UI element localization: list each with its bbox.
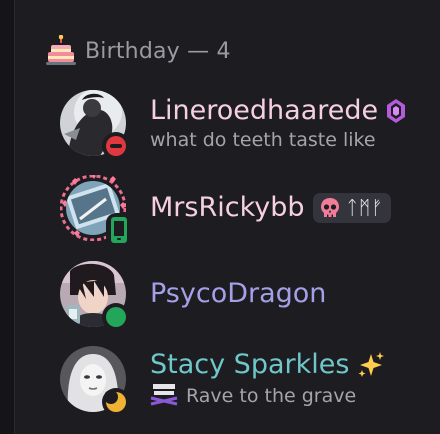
avatar xyxy=(60,346,130,416)
avatar xyxy=(60,261,130,331)
pink-skull-icon xyxy=(320,198,339,217)
sparkles-icon xyxy=(358,352,385,377)
status-online-icon xyxy=(102,303,130,331)
name-row: PsycoDragon xyxy=(150,277,326,311)
member-name: Lineroedhaarede xyxy=(150,95,379,126)
status-dnd-icon xyxy=(102,132,130,160)
avatar xyxy=(60,175,132,247)
member-info: Lineroedhaarede what do teeth taste like xyxy=(150,94,406,152)
member-group-title: Birthday — 4 xyxy=(85,38,231,64)
server-tag[interactable]: ᛏᛗᚠ xyxy=(312,193,391,223)
member-name: PsycoDragon xyxy=(150,278,327,309)
member-name: MrsRickybb xyxy=(150,192,305,223)
member-item-lineroedhaarede[interactable]: Lineroedhaarede what do teeth taste like xyxy=(60,89,430,160)
ghost-rave-icon xyxy=(150,384,178,406)
status-mobile-icon xyxy=(106,213,132,247)
member-activity: what do teeth taste like xyxy=(150,128,406,152)
member-name: Stacy Sparkles xyxy=(150,349,350,380)
member-item-mrsrickybb[interactable]: MrsRickybb ᛏᛗᚠ xyxy=(60,174,430,247)
activity-text: Rave to the grave xyxy=(186,385,357,407)
activity-text: what do teeth taste like xyxy=(150,129,376,151)
member-item-stacy-sparkles[interactable]: Stacy Sparkles Rave to the grave xyxy=(60,345,430,416)
member-info: PsycoDragon xyxy=(150,277,326,311)
purple-gem-icon xyxy=(387,99,406,123)
member-group-header: Birthday — 4 xyxy=(45,34,231,68)
name-row: MrsRickybb ᛏᛗᚠ xyxy=(150,191,391,225)
name-row: Stacy Sparkles xyxy=(150,348,385,382)
member-info: Stacy Sparkles Rave to the grave xyxy=(150,348,385,410)
member-item-psycodragon[interactable]: PsycoDragon xyxy=(60,260,430,331)
member-info: MrsRickybb ᛏᛗᚠ xyxy=(150,191,391,225)
panel-divider xyxy=(0,0,15,434)
name-row: Lineroedhaarede xyxy=(150,94,406,128)
avatar xyxy=(60,90,130,160)
member-activity: Rave to the grave xyxy=(150,382,385,410)
server-tag-text: ᛏᛗᚠ xyxy=(346,197,384,219)
birthday-cake-icon xyxy=(46,35,76,65)
status-idle-icon xyxy=(102,388,130,416)
